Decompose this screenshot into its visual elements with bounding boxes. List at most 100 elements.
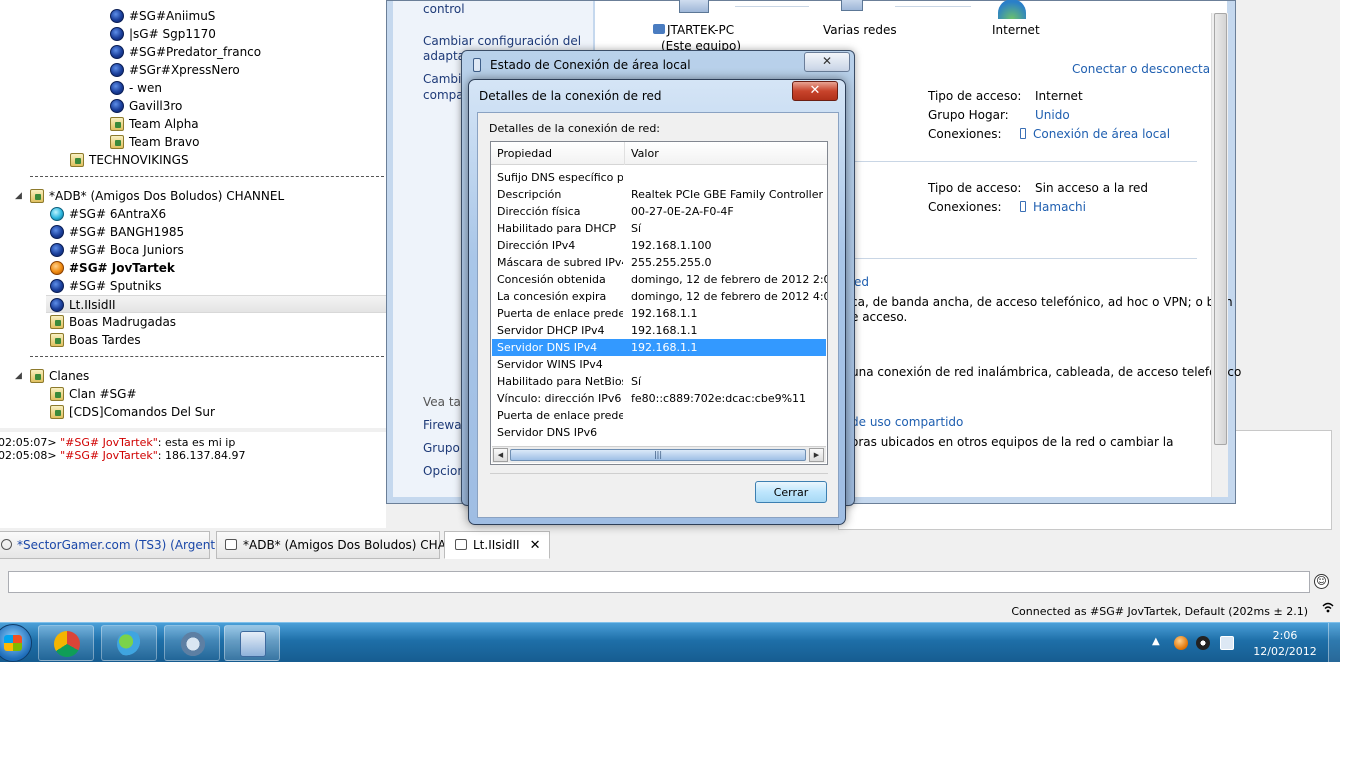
tree-user[interactable]: Gavill3ro — [110, 97, 182, 115]
scroll-right-icon[interactable]: ▶ — [809, 448, 824, 462]
table-row[interactable]: Puerta de enlace predet... 192.168.1.1 — [492, 305, 826, 322]
tree-user[interactable]: #SG# BANGH1985 — [50, 223, 184, 241]
close-button[interactable]: ✕ — [792, 81, 838, 101]
tree-channel[interactable]: Boas Madrugadas — [50, 313, 176, 331]
table-row[interactable]: Vínculo: dirección IPv6 l... fe80::c889:7… — [492, 390, 826, 407]
hamachi-tray-icon[interactable] — [1174, 636, 1188, 650]
tree-channel[interactable]: [CDS]Comandos Del Sur — [50, 403, 215, 421]
scrollbar-thumb[interactable]: ||| — [510, 449, 806, 461]
close-dialog-button[interactable]: Cerrar — [755, 481, 827, 503]
tree-user-selected[interactable]: Lt.IIsidII — [46, 295, 386, 313]
close-tab-icon[interactable]: ✕ — [530, 538, 541, 553]
tree-channel[interactable]: Team Alpha — [110, 115, 199, 133]
hamachi-connection-link[interactable]: Hamachi — [1020, 200, 1086, 214]
close-button[interactable]: ✕ — [804, 52, 850, 72]
lan-connection-link[interactable]: Conexión de área local — [1020, 127, 1170, 141]
steam-tray-icon[interactable] — [1196, 636, 1210, 650]
tree-user[interactable]: #SG# 6AntraX6 — [50, 205, 166, 223]
taskbar-app-chrome[interactable] — [38, 625, 94, 661]
access-type-label: Tipo de acceso: — [928, 181, 1022, 195]
show-hidden-icons[interactable]: ▲ — [1152, 636, 1160, 647]
channel-icon — [110, 135, 124, 149]
collapse-arrow-icon[interactable]: ◢ — [15, 191, 22, 201]
value-cell: 192.168.1.1 — [631, 341, 698, 354]
column-header-value[interactable]: Valor — [625, 142, 827, 165]
horizontal-scrollbar[interactable]: ◀ ||| ▶ — [492, 446, 826, 463]
clock[interactable]: 2:06 12/02/2012 — [1248, 628, 1322, 660]
property-cell: Puerta de enlace predet... — [497, 307, 623, 320]
scrollbar-thumb[interactable] — [1214, 13, 1227, 445]
tree-user[interactable]: |sG# Sgp1170 — [110, 25, 216, 43]
chat-input-field[interactable] — [9, 572, 1309, 592]
nc-link[interactable]: Cambiar configuración del — [423, 33, 581, 49]
map-pc-label[interactable]: JTARTEK-PC — [653, 23, 734, 37]
clock-time: 2:06 — [1272, 629, 1298, 642]
scroll-left-icon[interactable]: ◀ — [493, 448, 508, 462]
details-list[interactable]: Propiedad Valor Sufijo DNS específico p.… — [490, 141, 828, 465]
tree-user-self[interactable]: #SG# JovTartek — [50, 259, 175, 277]
taskbar-app-teamspeak[interactable] — [164, 625, 220, 661]
nc-link[interactable]: control — [423, 1, 465, 17]
table-row[interactable]: Sufijo DNS específico p... — [492, 169, 826, 186]
tab-server[interactable]: *SectorGamer.com (TS3) (Argentina)* — [0, 531, 244, 559]
table-row[interactable]: Servidor DHCP IPv4 192.168.1.1 — [492, 322, 826, 339]
connection-status: Connected as #SG# JovTartek, Default (20… — [1011, 605, 1308, 618]
value-cell: Realtek PCIe GBE Family Controller — [631, 188, 824, 201]
tree-channel[interactable]: TECHNOVIKINGS — [70, 151, 189, 169]
nc-scrollbar[interactable] — [1211, 13, 1228, 497]
column-header-property[interactable]: Propiedad — [491, 142, 625, 165]
table-row[interactable]: Descripción Realtek PCIe GBE Family Contr… — [492, 186, 826, 203]
wifi-icon — [1322, 602, 1334, 616]
table-row[interactable]: Servidor DNS IPv4 192.168.1.1 — [492, 339, 826, 356]
map-internet-label: Internet — [992, 23, 1040, 37]
sharing-options-link[interactable]: de uso compartido — [851, 415, 963, 429]
details-dialog: Detalles de la conexión de red ✕ Detalle… — [468, 79, 846, 525]
property-cell: Servidor DHCP IPv4 — [497, 324, 605, 337]
internet-globe-icon — [998, 0, 1026, 19]
tab-private-chat[interactable]: Lt.IIsidII ✕ — [444, 531, 550, 559]
channel-icon — [30, 369, 44, 383]
table-row[interactable]: La concesión expira domingo, 12 de febrer… — [492, 288, 827, 305]
connect-disconnect-link[interactable]: Conectar o desconectar — [1072, 62, 1215, 76]
network-tray-icon[interactable] — [1220, 636, 1234, 650]
value-cell: domingo, 12 de febrero de 2012 4:01:21 — [631, 290, 827, 303]
table-row[interactable]: Habilitado para DHCP Sí — [492, 220, 826, 237]
tree-user[interactable]: - wen — [110, 79, 162, 97]
tree-user[interactable]: #SG# Sputniks — [50, 277, 162, 295]
tree-user[interactable]: #SG#Predator_franco — [110, 43, 261, 61]
taskbar-app-messenger[interactable] — [101, 625, 157, 661]
chat-input[interactable] — [8, 571, 1310, 593]
chat-line: 02:05:08> "#SG# JovTartek": 186.137.84.9… — [0, 449, 246, 462]
computer-icon — [679, 0, 709, 13]
table-row[interactable]: Dirección física 00-27-0E-2A-F0-4F — [492, 203, 826, 220]
blue-user-icon — [110, 81, 124, 95]
tab-channel[interactable]: *ADB* (Amigos Dos Boludos) CHANNEL — [216, 531, 478, 559]
table-row[interactable]: Servidor WINS IPv4 — [492, 356, 826, 373]
tree-channel[interactable]: *ADB* (Amigos Dos Boludos) CHANNEL — [30, 187, 284, 205]
blue-user-icon — [110, 27, 124, 41]
show-desktop-button[interactable] — [1328, 623, 1340, 663]
tree-user[interactable]: #SG#AniimuS — [110, 7, 215, 25]
nc-link[interactable]: compa — [423, 87, 464, 103]
property-cell: Servidor DNS IPv4 — [497, 341, 598, 354]
table-row[interactable]: Dirección IPv4 192.168.1.100 — [492, 237, 826, 254]
table-row[interactable]: Servidor DNS IPv6 — [492, 424, 826, 441]
collapse-arrow-icon[interactable]: ◢ — [15, 371, 22, 381]
tree-channel[interactable]: Clan #SG# — [50, 385, 137, 403]
table-row[interactable]: Máscara de subred IPv4 255.255.255.0 — [492, 254, 826, 271]
table-row[interactable]: Puerta de enlace predet... — [492, 407, 826, 424]
taskbar-app-network[interactable] — [224, 625, 280, 661]
nc-link[interactable]: Opcion — [423, 463, 465, 479]
emoticon-icon[interactable]: ☺ — [1314, 574, 1329, 589]
tree-user[interactable]: #SG# Boca Juniors — [50, 241, 184, 259]
tree-channel[interactable]: Clanes — [30, 367, 89, 385]
setup-connection-link[interactable]: ed — [854, 275, 869, 289]
table-row[interactable]: Concesión obtenida domingo, 12 de febrero… — [492, 271, 827, 288]
tree-user[interactable]: #SGr#XpressNero — [110, 61, 240, 79]
homegroup-link[interactable]: Unido — [1035, 108, 1070, 122]
table-row[interactable]: Habilitado para NetBios ... Sí — [492, 373, 826, 390]
property-cell: Habilitado para NetBios ... — [497, 375, 623, 388]
start-button[interactable] — [0, 624, 32, 662]
tree-channel[interactable]: Boas Tardes — [50, 331, 141, 349]
tree-channel[interactable]: Team Bravo — [110, 133, 200, 151]
